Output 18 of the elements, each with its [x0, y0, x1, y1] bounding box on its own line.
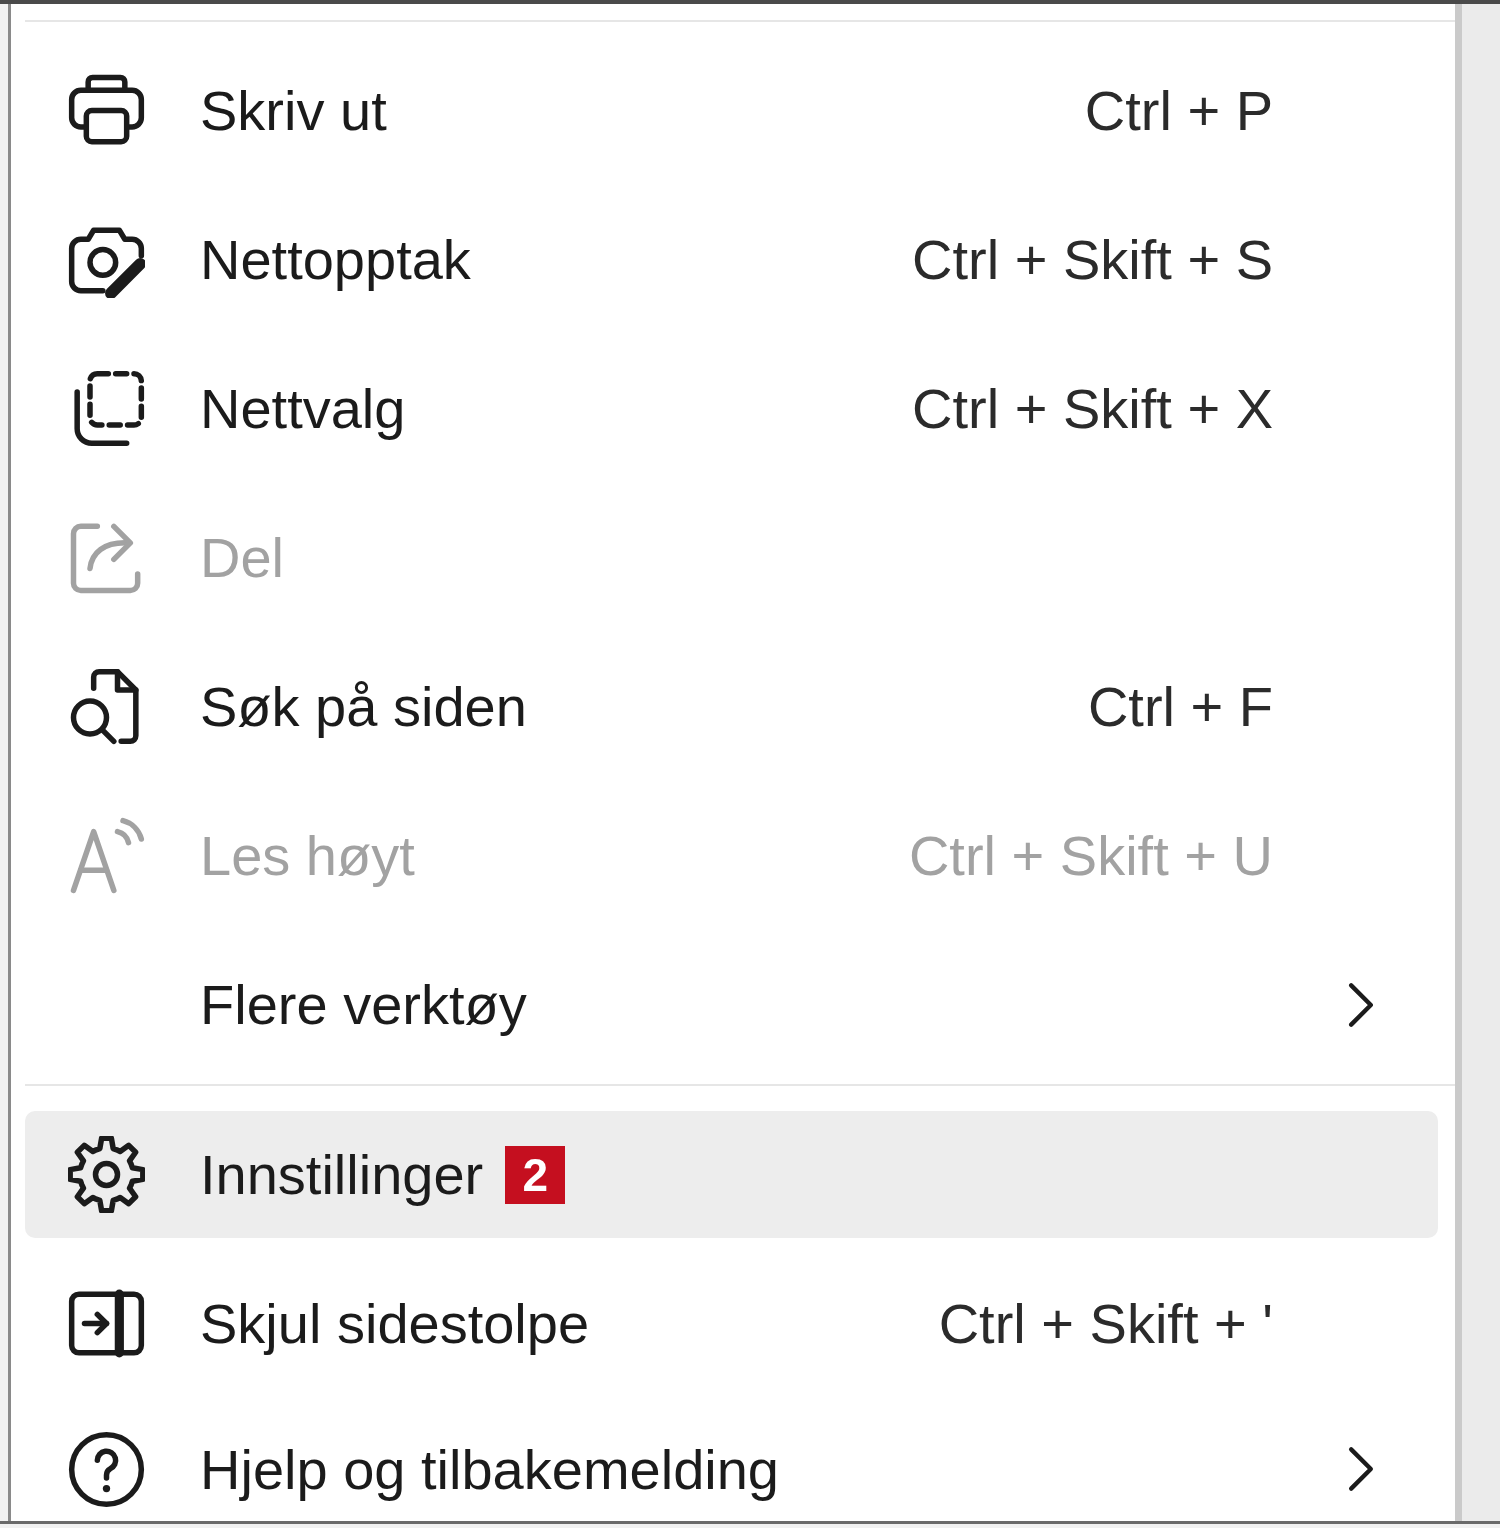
- help-icon: [68, 1430, 145, 1508]
- menu-item[interactable]: Flere verktøy: [25, 941, 1438, 1068]
- shortcut-text: Ctrl + Skift + U: [908, 823, 1273, 888]
- shortcut-text: Ctrl + Skift + ': [938, 1291, 1273, 1356]
- menu-item[interactable]: Innstillinger 2: [25, 1111, 1438, 1238]
- menu-item[interactable]: Skriv ut Ctrl + P: [25, 47, 1438, 174]
- menu-item[interactable]: Skjul sidestolpe Ctrl + Skift + ': [25, 1260, 1438, 1387]
- menu-item[interactable]: Nettvalg Ctrl + Skift + X: [25, 345, 1438, 472]
- count-badge: 2: [505, 1145, 566, 1204]
- shortcut-text: Ctrl + Skift + S: [912, 227, 1273, 292]
- menu-item[interactable]: Nettopptak Ctrl + Skift + S: [25, 196, 1438, 323]
- shortcut-text: Ctrl + F: [1087, 674, 1273, 739]
- settings-icon: [68, 1136, 145, 1213]
- read-aloud-icon: [68, 817, 145, 894]
- menu-item[interactable]: Hjelp og tilbakemelding: [25, 1409, 1438, 1521]
- shortcut-text: Ctrl + P: [1084, 78, 1273, 143]
- menu-item[interactable]: Søk på siden Ctrl + F: [25, 643, 1438, 770]
- shortcut-text: Ctrl + Skift + X: [912, 376, 1273, 441]
